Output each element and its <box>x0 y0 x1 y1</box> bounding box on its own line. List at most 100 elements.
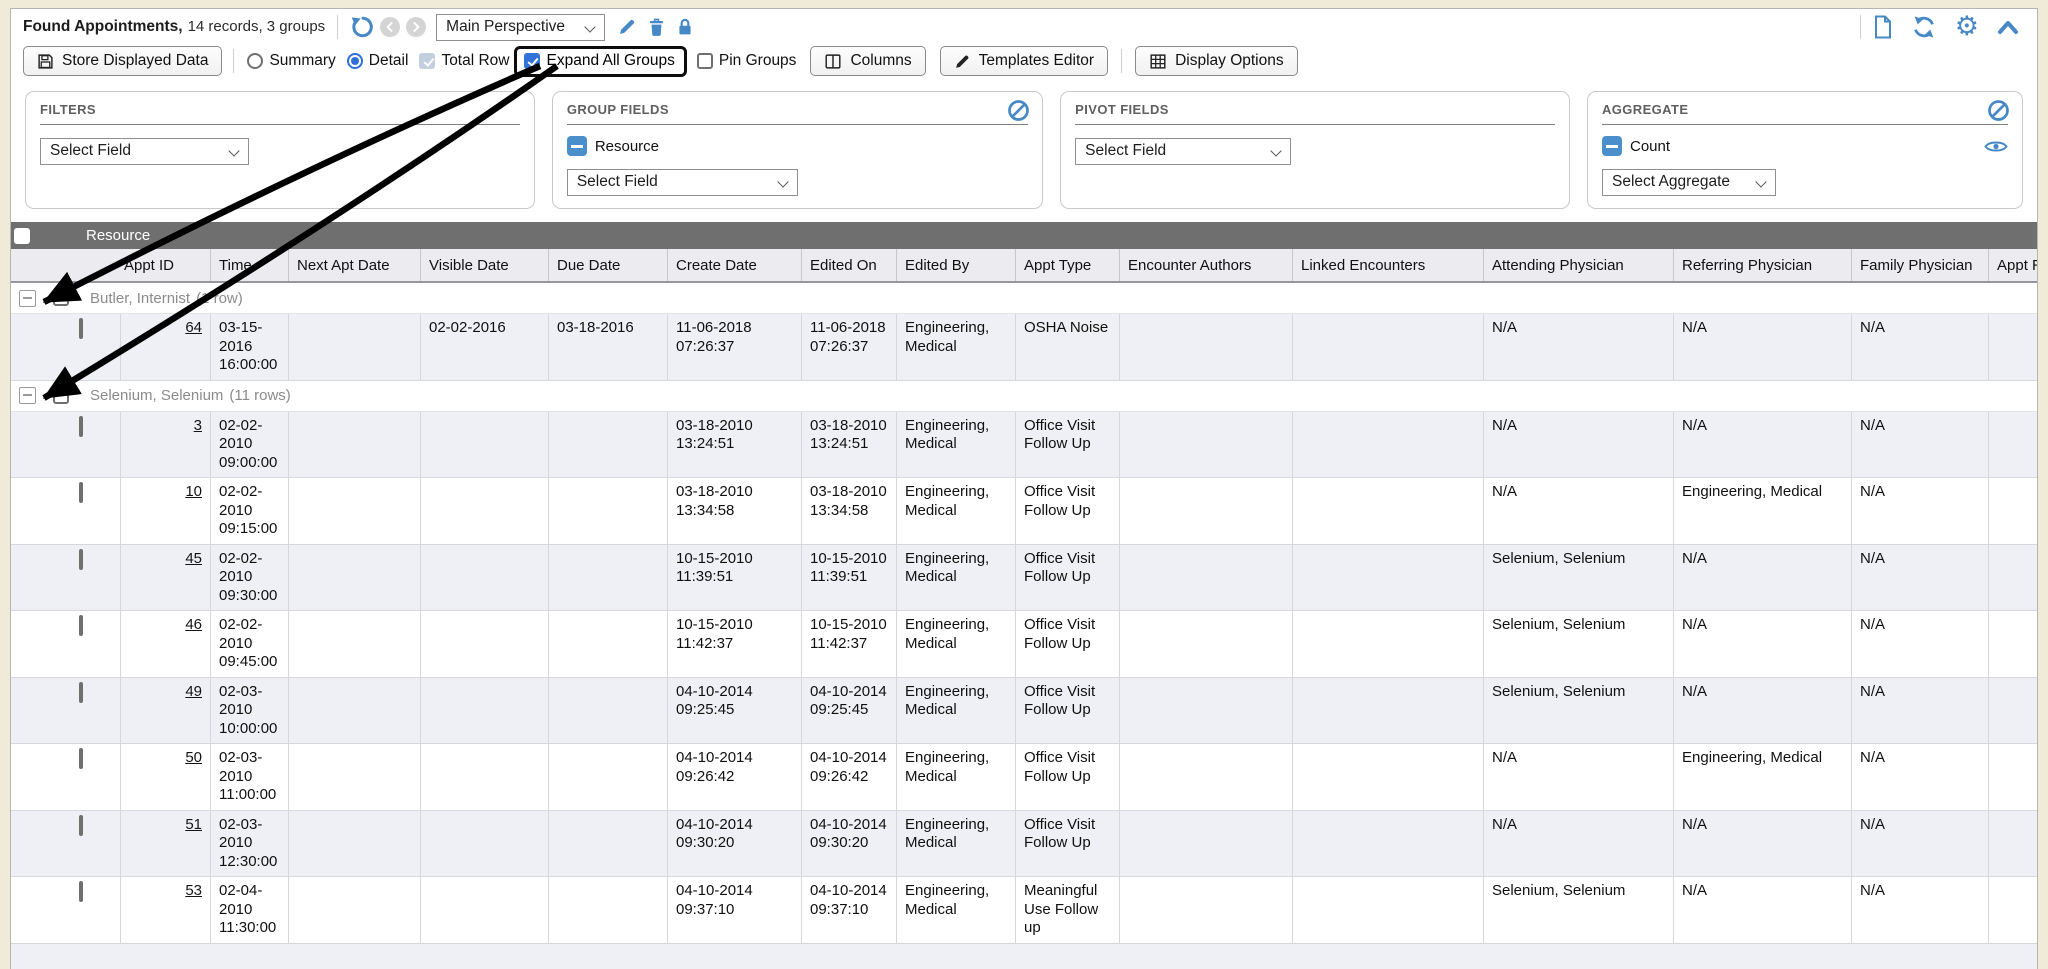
summary-radio[interactable]: Summary <box>247 52 335 70</box>
aggregate-title: AGGREGATE <box>1602 102 2008 125</box>
group-row: Selenium, Selenium(11 rows) <box>11 381 2037 412</box>
display-options-button[interactable]: Display Options <box>1135 46 1298 76</box>
new-document-icon[interactable] <box>1873 15 1893 39</box>
group-collapse-toggle-icon[interactable] <box>19 387 36 404</box>
group-checkbox[interactable] <box>53 290 69 306</box>
edit-perspective-icon[interactable] <box>617 17 637 37</box>
row-checkbox[interactable] <box>79 748 83 769</box>
cell-appt-re <box>1989 611 2038 677</box>
column-header[interactable]: Create Date <box>668 249 802 281</box>
column-header[interactable]: Referring Physician <box>1674 249 1852 281</box>
column-header[interactable]: Visible Date <box>421 249 549 281</box>
pivot-fields-select[interactable]: Select Field <box>1075 138 1291 165</box>
next-perspective-icon[interactable] <box>406 17 426 37</box>
select-all-checkbox[interactable] <box>14 228 30 244</box>
column-header[interactable]: Encounter Authors <box>1120 249 1293 281</box>
appt-id-link[interactable]: 45 <box>185 550 202 567</box>
column-header[interactable]: Edited By <box>897 249 1016 281</box>
row-select-cell <box>11 877 121 943</box>
column-header[interactable]: Appt ID <box>11 249 211 281</box>
save-icon <box>37 53 54 70</box>
prev-perspective-icon[interactable] <box>380 17 400 37</box>
undo-icon[interactable] <box>350 15 374 39</box>
cell-edited-by: Engineering, Medical <box>897 314 1016 380</box>
eye-icon[interactable] <box>1984 138 2008 155</box>
appt-id-link[interactable]: 49 <box>185 683 202 700</box>
expand-all-groups-checkbox[interactable] <box>524 53 540 69</box>
aggregate-select[interactable]: Select Aggregate <box>1602 169 1776 196</box>
cell-edited-on: 03-18-2010 13:24:51 <box>802 412 897 478</box>
cell-time: 02-03-2010 12:30:00 <box>211 811 289 877</box>
cell-linked-enc <box>1293 545 1484 611</box>
cell-linked-enc <box>1293 412 1484 478</box>
total-row-checkbox[interactable]: Total Row <box>419 52 509 70</box>
appt-id-link[interactable]: 46 <box>185 616 202 633</box>
cell-family: N/A <box>1852 412 1989 478</box>
columns-button[interactable]: Columns <box>810 46 925 76</box>
column-header[interactable]: Next Apt Date <box>289 249 421 281</box>
group-fields-select[interactable]: Select Field <box>567 169 798 196</box>
row-checkbox[interactable] <box>79 881 83 902</box>
settings-gear-icon[interactable]: ⚙ <box>1955 15 1979 39</box>
cell-appt-type: Meaningful Use Follow up <box>1016 877 1120 943</box>
row-select-cell <box>11 744 121 810</box>
column-header[interactable]: Linked Encounters <box>1293 249 1484 281</box>
pin-groups-checkbox-box[interactable] <box>697 53 713 69</box>
store-displayed-data-button[interactable]: Store Displayed Data <box>23 46 222 76</box>
collapse-panel-icon[interactable] <box>1997 18 2019 36</box>
refresh-icon[interactable] <box>1911 14 1937 40</box>
row-checkbox[interactable] <box>79 482 83 503</box>
appointment-row: 6403-15-2016 16:00:0002-02-201603-18-201… <box>11 314 2037 381</box>
remove-aggregate-icon[interactable] <box>1602 136 1622 156</box>
cell-family: N/A <box>1852 744 1989 810</box>
column-header[interactable]: Appt Type <box>1016 249 1120 281</box>
appt-id-link[interactable]: 10 <box>185 483 202 500</box>
cell-edited-on: 10-15-2010 11:42:37 <box>802 611 897 677</box>
group-collapse-toggle-icon[interactable] <box>19 290 36 307</box>
total-row-checkbox-box[interactable] <box>419 53 435 69</box>
clear-group-fields-icon[interactable] <box>1007 99 1030 122</box>
group-fields-panel: GROUP FIELDS Resource Select Field <box>552 91 1043 209</box>
appt-id-link[interactable]: 3 <box>194 417 202 434</box>
appt-id-link[interactable]: 51 <box>185 816 202 833</box>
appt-id-link[interactable]: 53 <box>185 882 202 899</box>
group-by-column-label: Resource <box>86 227 150 244</box>
cell-next-apt <box>289 811 421 877</box>
row-checkbox[interactable] <box>79 815 83 836</box>
pin-groups-checkbox[interactable]: Pin Groups <box>697 52 797 70</box>
clear-aggregate-icon[interactable] <box>1987 99 2010 122</box>
column-header[interactable]: Time <box>211 249 289 281</box>
row-checkbox[interactable] <box>79 682 83 703</box>
summary-radio-circle[interactable] <box>247 53 263 69</box>
cell-appt-id: 45 <box>121 545 211 611</box>
column-header[interactable]: Edited On <box>802 249 897 281</box>
cell-appt-re <box>1989 545 2038 611</box>
cell-appt-re <box>1989 877 2038 943</box>
templates-editor-button[interactable]: Templates Editor <box>940 46 1108 76</box>
group-checkbox[interactable] <box>53 388 69 404</box>
divider <box>337 15 338 39</box>
column-header[interactable]: Family Physician <box>1852 249 1989 281</box>
delete-perspective-icon[interactable] <box>647 17 666 37</box>
cell-appt-re <box>1989 678 2038 744</box>
appt-id-link[interactable]: 50 <box>185 749 202 766</box>
column-header[interactable]: Due Date <box>549 249 668 281</box>
row-checkbox[interactable] <box>79 549 83 570</box>
detail-radio[interactable]: Detail <box>347 52 409 70</box>
remove-field-icon[interactable] <box>567 136 587 156</box>
cell-linked-enc <box>1293 877 1484 943</box>
row-checkbox[interactable] <box>79 416 83 437</box>
column-header[interactable]: Attending Physician <box>1484 249 1674 281</box>
filters-field-select[interactable]: Select Field <box>40 138 249 165</box>
column-header[interactable]: Appt Re <box>1989 249 2038 281</box>
perspective-select[interactable]: Main Perspective <box>436 14 605 41</box>
row-checkbox[interactable] <box>79 318 83 339</box>
cell-time: 02-02-2010 09:45:00 <box>211 611 289 677</box>
group-label: Selenium, Selenium <box>90 387 223 404</box>
appt-id-link[interactable]: 64 <box>185 319 202 336</box>
detail-radio-circle[interactable] <box>347 53 363 69</box>
lock-perspective-icon[interactable] <box>676 17 694 37</box>
cell-appt-id: 50 <box>121 744 211 810</box>
row-checkbox[interactable] <box>79 615 83 636</box>
cell-next-apt <box>289 478 421 544</box>
